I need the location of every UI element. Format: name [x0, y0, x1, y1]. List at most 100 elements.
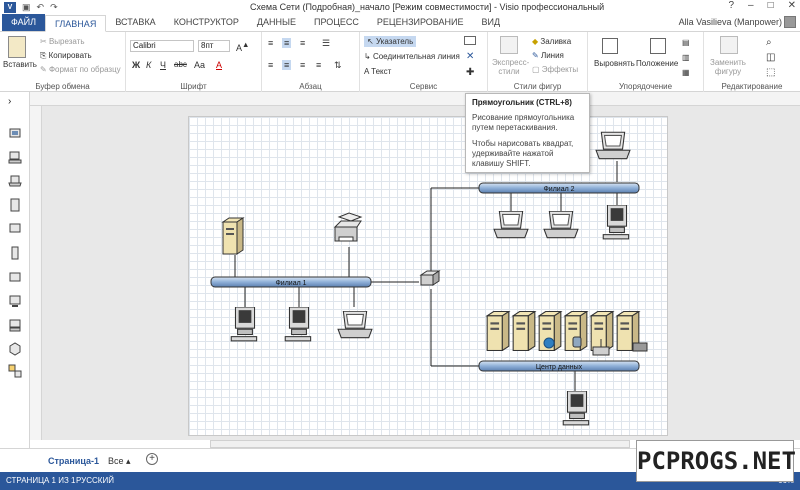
undo-icon[interactable]: ↶	[37, 2, 45, 13]
underline-button[interactable]: Ч	[160, 60, 166, 70]
align-center-icon[interactable]: ≡	[282, 60, 292, 70]
server-icon[interactable]	[486, 311, 510, 351]
phone-shape-icon[interactable]	[8, 246, 22, 260]
text-direction-icon[interactable]: ⇅	[334, 60, 342, 71]
copy-button[interactable]: ⎘ Копировать	[40, 51, 92, 61]
expand-panel-icon[interactable]: ›	[8, 96, 22, 110]
laptop-icon[interactable]	[543, 211, 579, 239]
tab-page-1[interactable]: Страница-1	[48, 456, 99, 466]
align-middle-icon[interactable]: ≡	[282, 38, 292, 48]
pc-icon[interactable]	[602, 205, 630, 240]
bring-forward-icon[interactable]: ▤	[682, 38, 690, 47]
cube-shape-icon[interactable]	[8, 342, 22, 356]
select-icon[interactable]: ⬚	[766, 67, 775, 78]
switch-icon[interactable]	[419, 270, 441, 286]
server-icon[interactable]	[512, 311, 536, 351]
pointer-tool-button[interactable]: ↖ Указатель	[364, 36, 417, 47]
server-icon[interactable]	[590, 311, 614, 351]
tab-insert[interactable]: ВСТАВКА	[106, 14, 164, 31]
change-shape-icon[interactable]	[720, 36, 738, 54]
italic-button[interactable]: К	[146, 60, 151, 70]
tab-review[interactable]: РЕЦЕНЗИРОВАНИЕ	[368, 14, 473, 31]
page-count-status[interactable]: СТРАНИЦА 1 ИЗ 1	[6, 476, 75, 485]
close-tool-icon[interactable]: ✕	[466, 51, 474, 62]
connector-tool-button[interactable]: ↳ Соединительная линия	[364, 52, 460, 61]
bullets-icon[interactable]: ☰	[322, 38, 330, 49]
redo-icon[interactable]: ↷	[50, 2, 58, 13]
fill-button[interactable]: ◆ Заливка	[532, 37, 571, 46]
font-size-combo[interactable]: 8пт	[198, 40, 230, 52]
tab-home[interactable]: ГЛАВНАЯ	[45, 15, 107, 32]
pc-icon[interactable]	[284, 307, 312, 342]
drawing-canvas[interactable]: Филиал 1 Филиал 2 Центр данных	[42, 106, 800, 440]
line-button[interactable]: ✎ Линия	[532, 51, 564, 60]
quick-styles-button[interactable]: Экспресс-стили	[492, 58, 529, 76]
database-icon[interactable]	[572, 336, 582, 348]
laptop-icon[interactable]	[337, 311, 373, 339]
layers-icon[interactable]: ◫	[766, 52, 775, 63]
quick-styles-icon[interactable]	[500, 36, 518, 54]
font-color-button[interactable]: A	[216, 60, 222, 70]
format-painter-button[interactable]: ✎ Формат по образцу	[40, 65, 121, 74]
position-button[interactable]: Положение	[636, 59, 678, 68]
maximize-button[interactable]: □	[768, 0, 774, 11]
laptop-icon[interactable]	[595, 131, 631, 160]
help-button[interactable]: ?	[728, 0, 734, 11]
rectangle-tool-icon[interactable]	[464, 36, 476, 45]
strikethrough-button[interactable]: abc	[174, 60, 187, 69]
user-name[interactable]: Alla Vasilieva (Manpower)	[679, 17, 782, 27]
minimize-button[interactable]: –	[748, 0, 754, 11]
tab-design[interactable]: КОНСТРУКТОР	[165, 14, 248, 31]
find-icon[interactable]: ⌕	[766, 37, 772, 48]
align-top-icon[interactable]: ≡	[268, 38, 273, 48]
stencil-icon[interactable]	[8, 126, 22, 140]
all-pages-dropdown[interactable]: Все ▴	[108, 456, 131, 467]
server-icon[interactable]	[222, 217, 244, 255]
close-button[interactable]: ✕	[788, 0, 796, 11]
drawing-page[interactable]: Филиал 1 Филиал 2 Центр данных	[188, 116, 668, 436]
pc-icon[interactable]	[562, 391, 590, 426]
position-icon[interactable]	[650, 38, 666, 54]
paste-button[interactable]: Вставить	[3, 60, 37, 69]
laptop-shape-icon[interactable]	[8, 174, 22, 188]
workstation-shape-icon[interactable]	[8, 318, 22, 332]
save-icon[interactable]: ▣	[22, 2, 31, 13]
paste-icon[interactable]	[8, 36, 26, 58]
tablet-shape-icon[interactable]	[8, 270, 22, 284]
globe-icon[interactable]	[543, 337, 555, 349]
add-page-button[interactable]: +	[146, 453, 158, 465]
cut-button[interactable]: ✂ Вырезать	[40, 37, 85, 46]
horizontal-scrollbar[interactable]	[210, 440, 630, 448]
tab-view[interactable]: ВИД	[472, 14, 509, 31]
align-icon[interactable]	[602, 38, 618, 54]
align-left-icon[interactable]: ≡	[268, 60, 273, 70]
change-shape-button[interactable]: Заменить фигуру	[706, 58, 750, 76]
tab-data[interactable]: ДАННЫЕ	[248, 14, 305, 31]
grow-font-icon[interactable]: A▲	[236, 40, 249, 53]
change-case-button[interactable]: Aa	[194, 60, 205, 70]
bold-button[interactable]: Ж	[132, 60, 140, 70]
group-icon[interactable]: ▦	[682, 68, 690, 77]
align-right-icon[interactable]: ≡	[300, 60, 305, 70]
align-bottom-icon[interactable]: ≡	[300, 38, 305, 48]
text-tool-button[interactable]: A Текст	[364, 67, 391, 76]
monitor-shape-icon[interactable]	[8, 222, 22, 236]
font-name-combo[interactable]: Calibri	[130, 40, 194, 52]
terminal-shape-icon[interactable]	[8, 294, 22, 308]
printer-icon[interactable]	[333, 212, 363, 242]
avatar[interactable]	[784, 16, 796, 28]
laptop-icon[interactable]	[493, 211, 529, 239]
align-button[interactable]: Выровнять	[594, 59, 635, 68]
storage-icon[interactable]	[632, 342, 648, 352]
language-status[interactable]: РУССКИЙ	[76, 476, 114, 485]
network-shape-icon[interactable]	[8, 364, 22, 378]
server-shape-icon[interactable]	[8, 198, 22, 212]
tab-process[interactable]: ПРОЦЕСС	[305, 14, 368, 31]
tab-file[interactable]: ФАЙЛ	[2, 14, 46, 31]
pc-shape-icon[interactable]	[8, 150, 22, 164]
send-backward-icon[interactable]: ▥	[682, 53, 690, 62]
connection-point-icon[interactable]: ✚	[466, 67, 474, 78]
pc-icon[interactable]	[230, 307, 258, 342]
effects-button[interactable]: ▢ Эффекты	[532, 65, 578, 74]
justify-icon[interactable]: ≡	[316, 60, 321, 70]
